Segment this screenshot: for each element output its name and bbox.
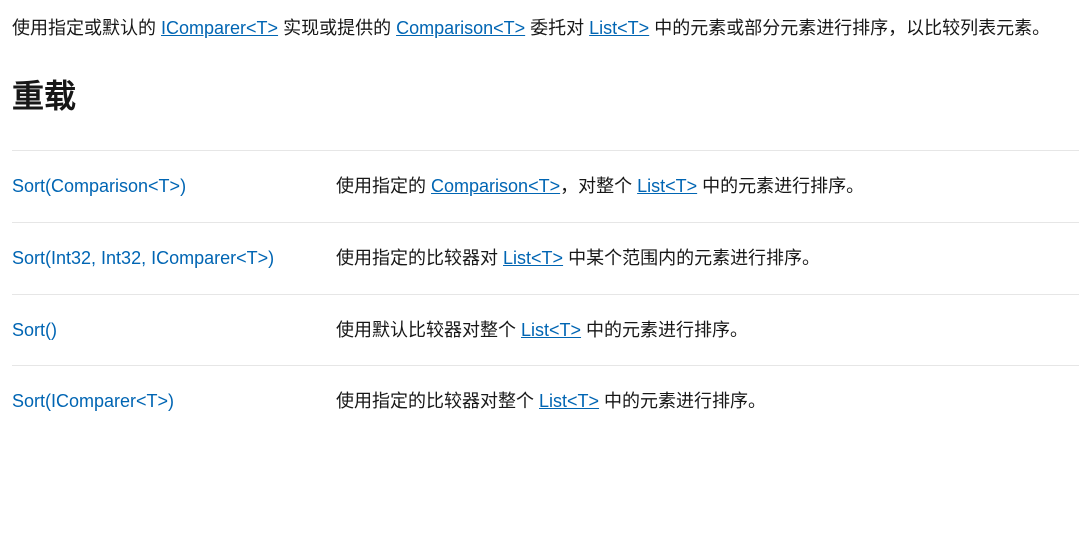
doc-link[interactable]: List<T> — [503, 248, 563, 268]
overload-desc-cell: 使用指定的 Comparison<T>，对整个 List<T> 中的元素进行排序… — [336, 151, 1079, 223]
doc-link[interactable]: Comparison<T> — [396, 18, 525, 38]
overload-link[interactable]: Sort(Int32, Int32, IComparer<T>) — [12, 248, 274, 268]
overload-link[interactable]: Sort(IComparer<T>) — [12, 391, 174, 411]
doc-link[interactable]: List<T> — [589, 18, 649, 38]
overload-name-cell: Sort(IComparer<T>) — [12, 366, 336, 437]
overload-desc-cell: 使用指定的比较器对 List<T> 中某个范围内的元素进行排序。 — [336, 222, 1079, 294]
table-row: Sort(Int32, Int32, IComparer<T>) 使用指定的比较器… — [12, 222, 1079, 294]
overloads-tbody: Sort(Comparison<T>) 使用指定的 Comparison<T>，对… — [12, 151, 1079, 437]
overload-desc-cell: 使用指定的比较器对整个 List<T> 中的元素进行排序。 — [336, 366, 1079, 437]
overloads-heading: 重载 — [12, 72, 1079, 120]
doc-link[interactable]: List<T> — [637, 176, 697, 196]
overload-name-cell: Sort(Int32, Int32, IComparer<T>) — [12, 222, 336, 294]
doc-link[interactable]: Comparison<T> — [431, 176, 560, 196]
overload-name-cell: Sort(Comparison<T>) — [12, 151, 336, 223]
table-row: Sort(IComparer<T>) 使用指定的比较器对整个 List<T> 中的… — [12, 366, 1079, 437]
intro-paragraph: 使用指定或默认的 IComparer<T> 实现或提供的 Comparison<… — [12, 12, 1079, 44]
overload-link[interactable]: Sort(Comparison<T>) — [12, 176, 186, 196]
overloads-table: Sort(Comparison<T>) 使用指定的 Comparison<T>，对… — [12, 150, 1079, 436]
overload-link[interactable]: Sort() — [12, 320, 57, 340]
overload-name-cell: Sort() — [12, 294, 336, 366]
table-row: Sort(Comparison<T>) 使用指定的 Comparison<T>，对… — [12, 151, 1079, 223]
overload-desc-cell: 使用默认比较器对整个 List<T> 中的元素进行排序。 — [336, 294, 1079, 366]
table-row: Sort() 使用默认比较器对整个 List<T> 中的元素进行排序。 — [12, 294, 1079, 366]
doc-link[interactable]: IComparer<T> — [161, 18, 278, 38]
doc-link[interactable]: List<T> — [539, 391, 599, 411]
doc-link[interactable]: List<T> — [521, 320, 581, 340]
